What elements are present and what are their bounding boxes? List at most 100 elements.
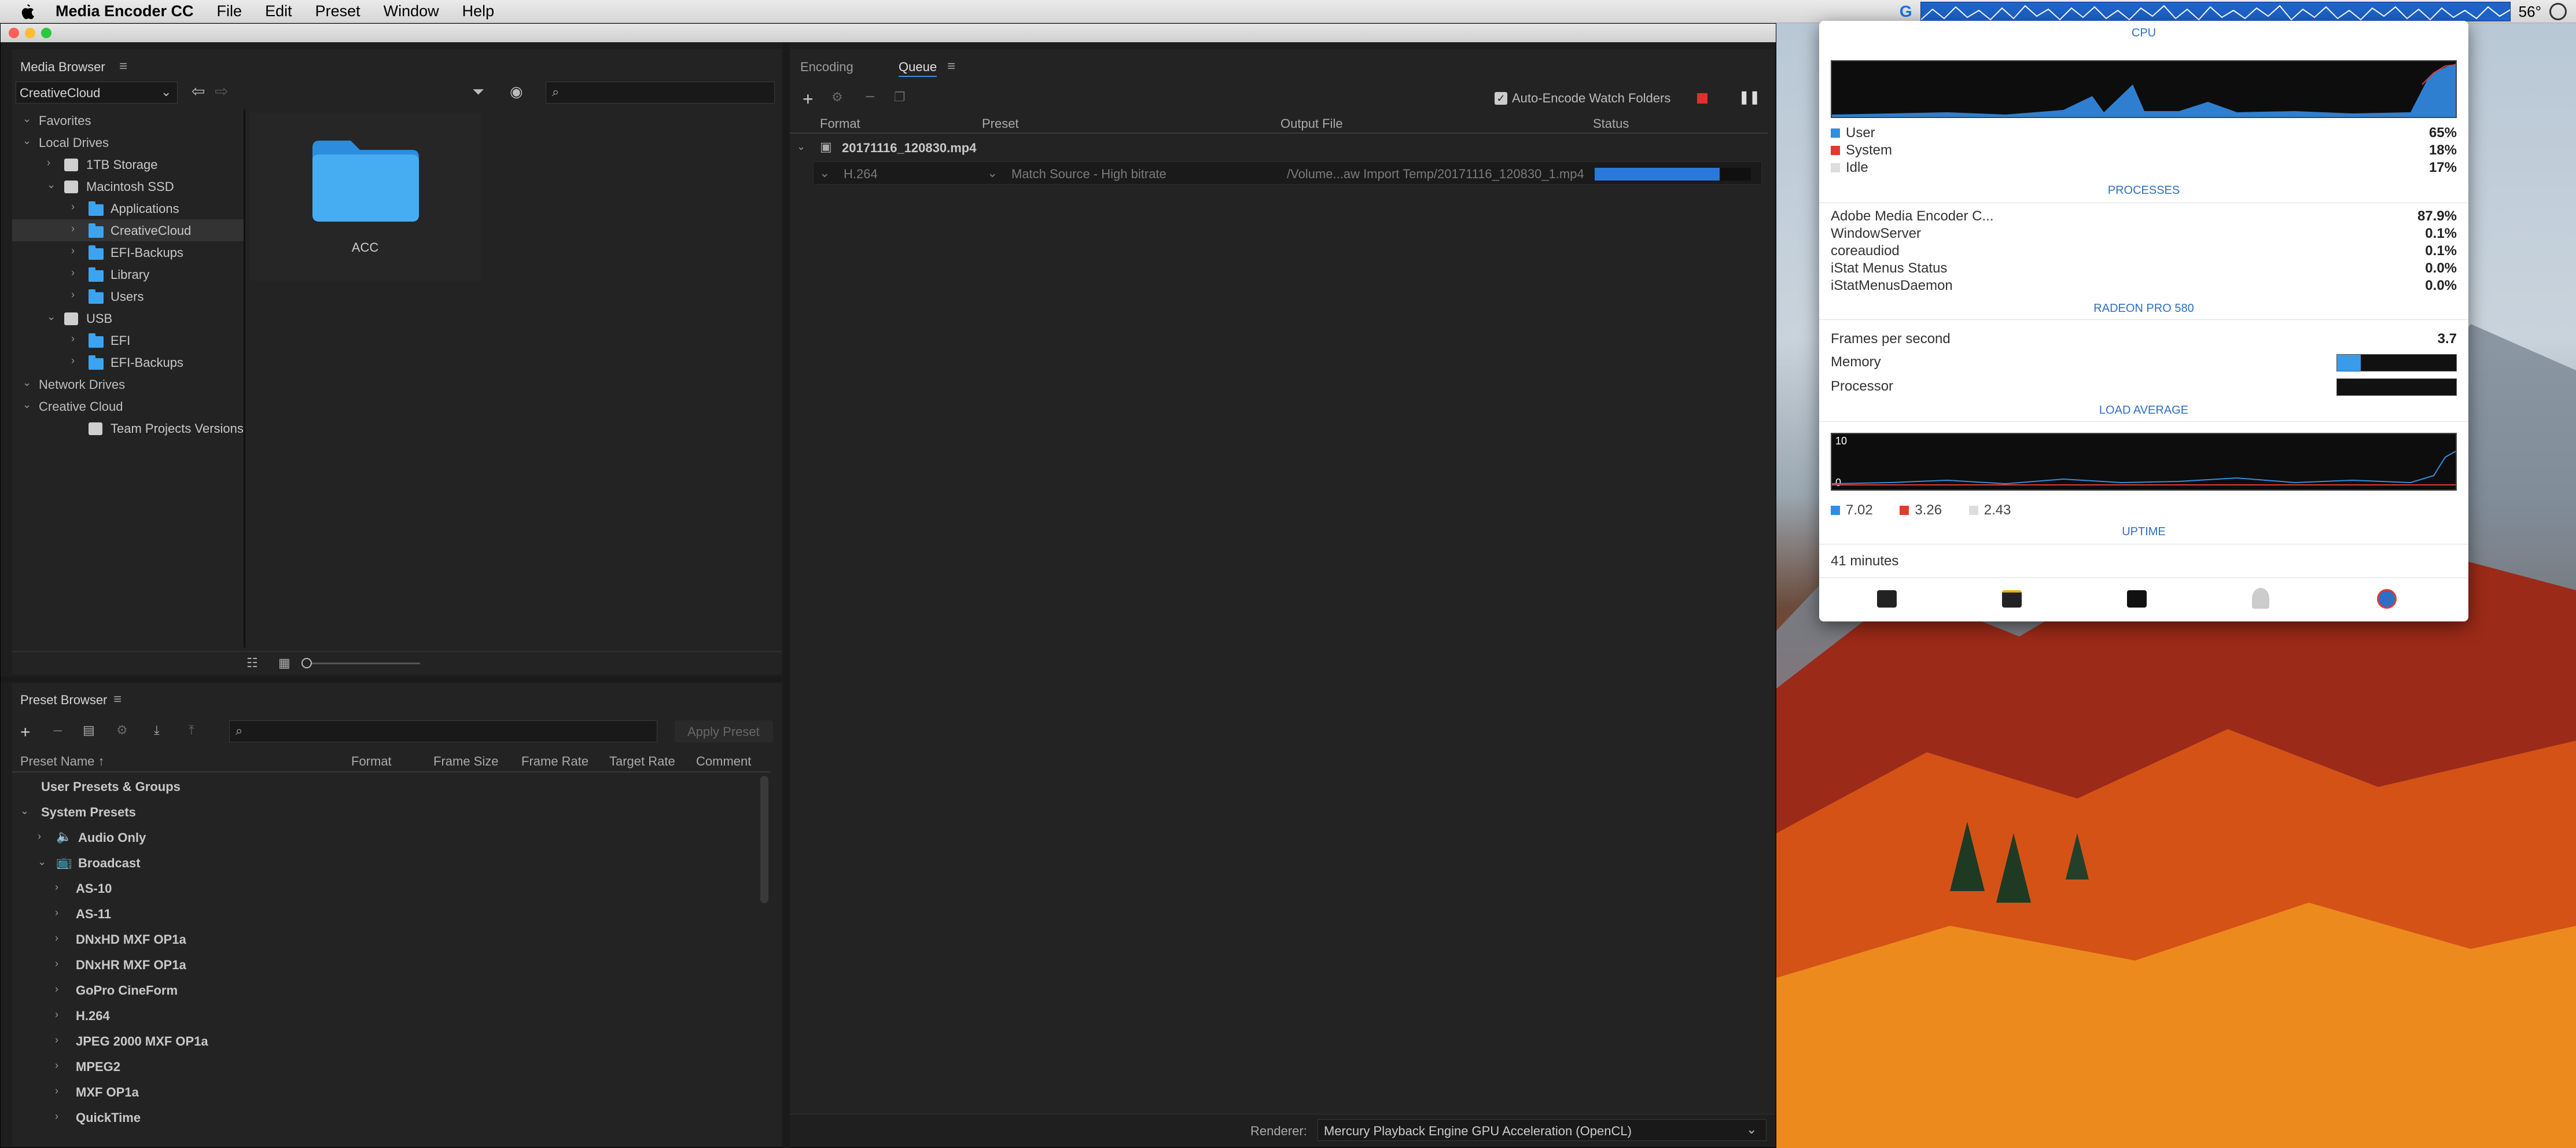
media-search-input[interactable]: ⌕: [546, 82, 775, 104]
tree-item[interactable]: › Users: [12, 285, 244, 307]
chevron-right-icon[interactable]: ›: [55, 958, 58, 970]
queue-column-output-file[interactable]: Output File: [1280, 116, 1343, 131]
auto-encode-checkbox[interactable]: ✓: [1495, 92, 1507, 105]
chevron-down-icon[interactable]: ⌄: [23, 377, 31, 389]
add-source-icon[interactable]: +: [803, 89, 814, 110]
chevron-right-icon[interactable]: ›: [71, 267, 75, 279]
preset-row[interactable]: › 🔈 Audio Only: [12, 825, 759, 850]
forward-arrow-icon[interactable]: ⇨: [215, 82, 228, 101]
chevron-right-icon[interactable]: ›: [38, 830, 41, 842]
activity-monitor-icon[interactable]: [1877, 590, 1897, 608]
tree-item[interactable]: ⌄ Network Drives: [12, 373, 244, 395]
istat-cpu-menubar-graph[interactable]: [1920, 2, 2511, 21]
chevron-down-icon[interactable]: ⌄: [797, 141, 805, 153]
queue-column-format[interactable]: Format: [820, 116, 860, 131]
queue-item-preset[interactable]: Match Source - High bitrate: [1011, 167, 1166, 182]
preset-row[interactable]: › MXF OP1a: [12, 1079, 759, 1105]
remove-item-icon[interactable]: −: [865, 87, 875, 107]
menu-help[interactable]: Help: [462, 2, 495, 20]
tree-item[interactable]: ⌄ Creative Cloud: [12, 395, 244, 417]
chevron-right-icon[interactable]: ›: [55, 983, 58, 995]
chevron-right-icon[interactable]: ›: [71, 355, 75, 367]
export-icon[interactable]: ⤒: [189, 723, 194, 738]
preset-column-frame-size[interactable]: Frame Size: [433, 754, 498, 769]
queue-item-format[interactable]: H.264: [844, 167, 878, 182]
status-icon[interactable]: [2549, 3, 2567, 20]
chevron-down-icon[interactable]: ⌄: [38, 856, 46, 868]
remove-preset-icon[interactable]: −: [53, 722, 63, 741]
temperature-readout[interactable]: 56°: [2519, 3, 2541, 21]
preset-column-preset-name[interactable]: Preset Name ↑: [20, 754, 105, 769]
zoom-window-button[interactable]: [41, 28, 51, 38]
preset-column-format[interactable]: Format: [351, 754, 392, 769]
chevron-right-icon[interactable]: ›: [71, 245, 75, 257]
settings-icon[interactable]: ⚙: [116, 723, 128, 738]
chevron-right-icon[interactable]: ›: [71, 333, 75, 345]
thumbnail-view-icon[interactable]: ▦: [278, 656, 290, 671]
chevron-right-icon[interactable]: ›: [55, 1110, 58, 1123]
stop-queue-button[interactable]: [1697, 93, 1707, 104]
folder-thumbnail-acc[interactable]: ACC: [249, 113, 481, 281]
preset-row[interactable]: User Presets & Groups: [12, 774, 759, 799]
logitech-g-icon[interactable]: G: [1900, 2, 1912, 21]
panel-menu-icon[interactable]: ≡: [947, 58, 955, 75]
queue-item-output[interactable]: /Volume...aw Import Temp/20171116_120830…: [1287, 167, 1584, 182]
chevron-down-icon[interactable]: ⌄: [987, 165, 998, 181]
location-dropdown[interactable]: CreativeCloud ⌄: [16, 82, 178, 104]
tree-item[interactable]: ⌄ USB: [12, 307, 244, 329]
terminal-icon[interactable]: [2127, 590, 2147, 608]
renderer-dropdown[interactable]: Mercury Playback Engine GPU Acceleration…: [1318, 1119, 1767, 1141]
tree-item[interactable]: › Library: [12, 263, 244, 285]
import-icon[interactable]: ⤓: [154, 723, 160, 738]
tree-item[interactable]: › EFI: [12, 329, 244, 351]
preset-column-comment[interactable]: Comment: [696, 754, 751, 769]
tab-encoding[interactable]: Encoding: [800, 60, 853, 75]
panel-menu-icon[interactable]: ≡: [119, 58, 127, 75]
chevron-down-icon[interactable]: ⌄: [20, 805, 29, 817]
panel-menu-icon[interactable]: ≡: [113, 691, 122, 708]
tree-item[interactable]: › EFI-Backups: [12, 351, 244, 373]
menu-preset[interactable]: Preset: [315, 2, 360, 20]
preset-row[interactable]: › DNxHD MXF OP1a: [12, 926, 759, 952]
preset-row[interactable]: › MPEG2: [12, 1054, 759, 1079]
menu-window[interactable]: Window: [384, 2, 439, 20]
duplicate-icon[interactable]: ❐: [894, 90, 906, 105]
close-window-button[interactable]: [9, 28, 19, 38]
tab-queue[interactable]: Queue: [899, 60, 937, 77]
preset-row[interactable]: ⌄ System Presets: [12, 799, 759, 825]
queue-column-status[interactable]: Status: [1593, 116, 1629, 131]
queue-column-preset[interactable]: Preset: [982, 116, 1019, 131]
preset-column-target-rate[interactable]: Target Rate: [609, 754, 675, 769]
preset-row[interactable]: › JPEG 2000 MXF OP1a: [12, 1028, 759, 1054]
app-menu-name[interactable]: Media Encoder CC: [56, 2, 194, 20]
preset-search-input[interactable]: ⌕: [229, 720, 657, 742]
tree-item[interactable]: Team Projects Versions: [12, 417, 244, 439]
zoom-slider-handle[interactable]: [301, 658, 312, 668]
chevron-right-icon[interactable]: ›: [47, 157, 50, 169]
pause-queue-button[interactable]: ❚❚: [1739, 90, 1760, 105]
preset-row[interactable]: › DNxHR MXF OP1a: [12, 952, 759, 977]
menu-edit[interactable]: Edit: [265, 2, 292, 20]
tree-item[interactable]: › EFI-Backups: [12, 241, 244, 263]
apply-preset-button[interactable]: Apply Preset: [675, 720, 773, 742]
chevron-right-icon[interactable]: ›: [71, 223, 75, 235]
zoom-slider[interactable]: [304, 663, 420, 664]
filter-icon[interactable]: ⏷: [472, 83, 484, 101]
tree-item[interactable]: ⌄ Favorites: [12, 109, 244, 131]
system-info-icon[interactable]: [2252, 588, 2269, 609]
new-group-icon[interactable]: ▤: [83, 723, 95, 738]
settings-icon[interactable]: ⚙: [831, 90, 843, 105]
menu-file[interactable]: File: [217, 2, 242, 20]
preset-row[interactable]: › H.264: [12, 1003, 759, 1028]
add-preset-icon[interactable]: +: [20, 723, 31, 742]
chevron-right-icon[interactable]: ›: [55, 881, 58, 893]
chevron-right-icon[interactable]: ›: [55, 1009, 58, 1021]
chevron-down-icon[interactable]: ⌄: [23, 113, 31, 125]
preset-row[interactable]: › QuickTime: [12, 1105, 759, 1130]
preset-column-frame-rate[interactable]: Frame Rate: [521, 754, 588, 769]
tree-item[interactable]: › CreativeCloud: [12, 219, 244, 241]
minimize-window-button[interactable]: [25, 28, 35, 38]
chevron-right-icon[interactable]: ›: [55, 1085, 58, 1097]
preset-scrollbar[interactable]: [760, 776, 768, 903]
chevron-down-icon[interactable]: ⌄: [23, 399, 31, 411]
